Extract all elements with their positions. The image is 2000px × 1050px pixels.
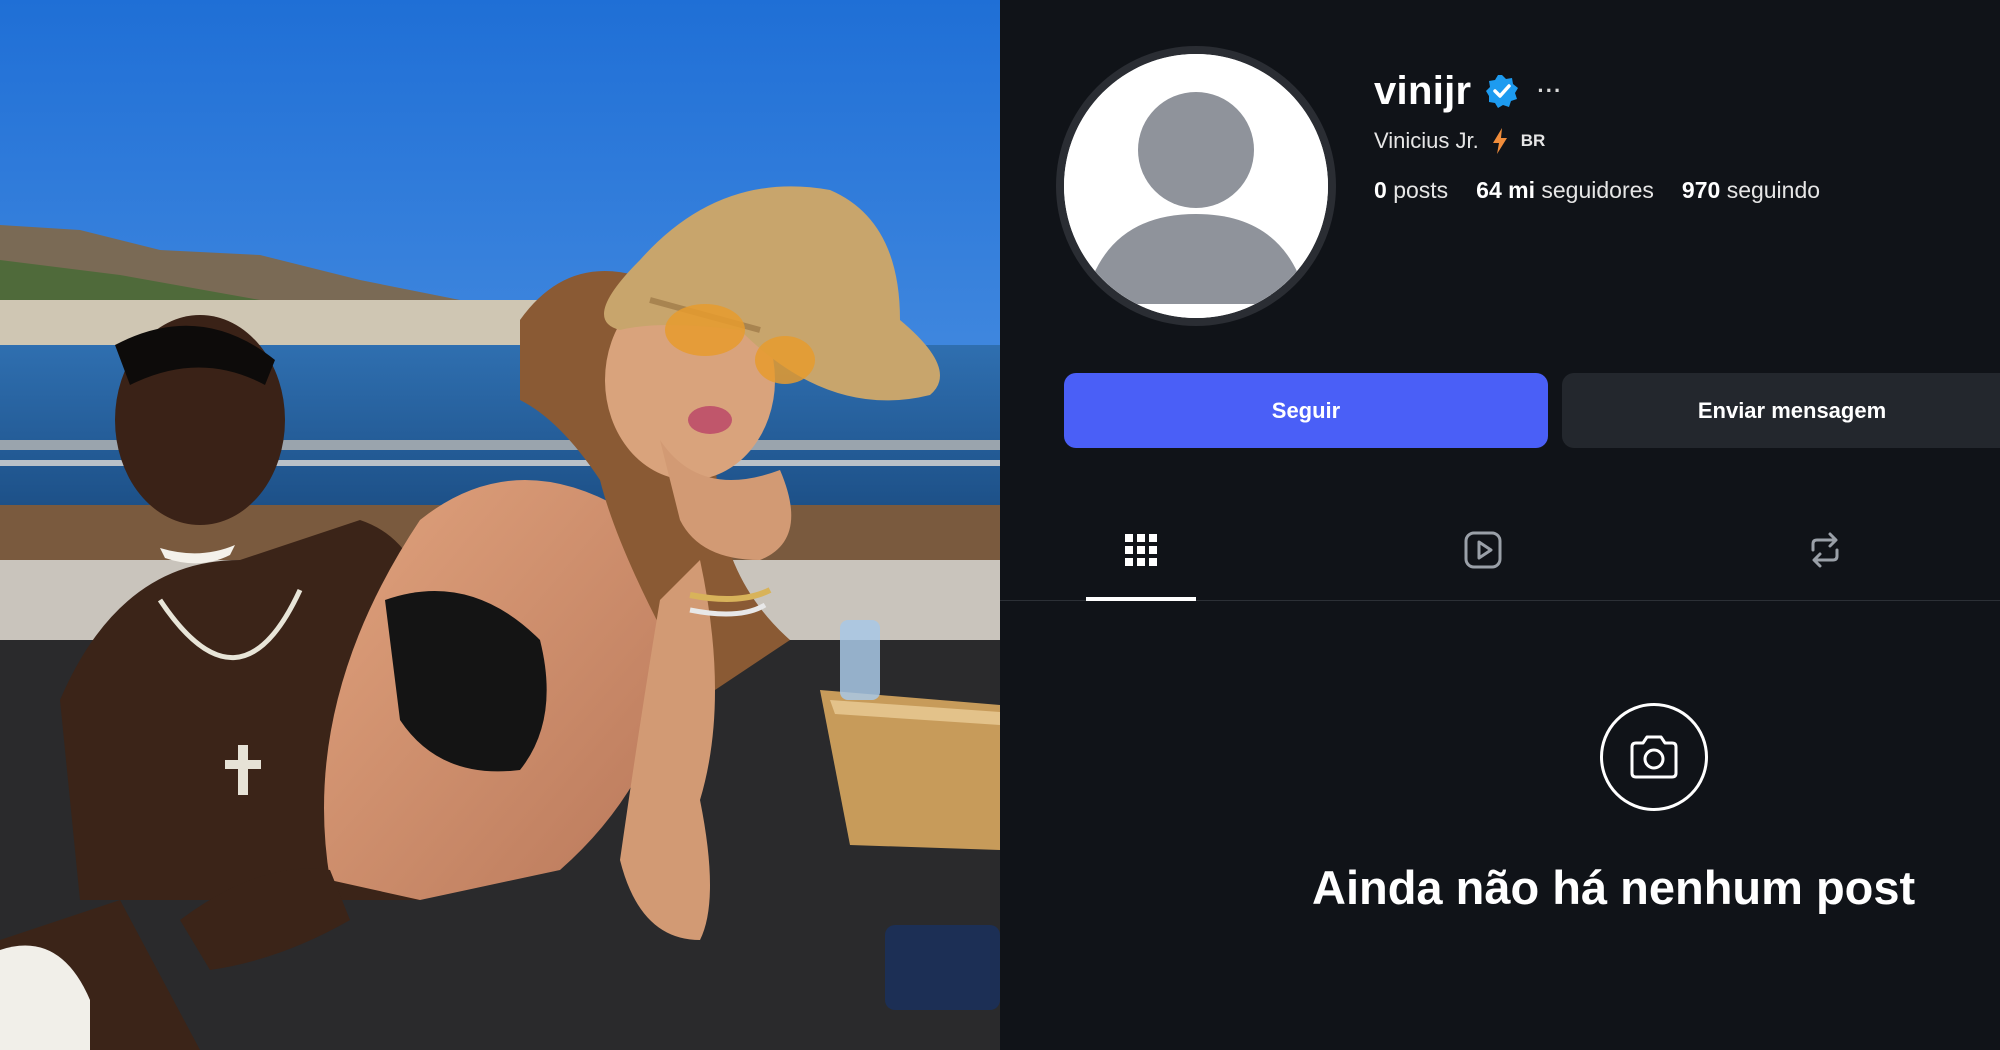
grid-icon — [1121, 530, 1161, 570]
tab-posts[interactable] — [1086, 500, 1196, 601]
profile-stats: 0 posts 64 mi seguidores 970 seguindo — [1374, 172, 1820, 208]
followers-count[interactable]: 64 mi seguidores — [1476, 177, 1654, 204]
default-avatar-icon — [1064, 54, 1328, 318]
send-message-button[interactable]: Enviar mensagem — [1562, 373, 2000, 448]
reels-icon — [1463, 530, 1503, 570]
photo-panel — [0, 0, 1000, 1050]
tab-reels[interactable] — [1428, 500, 1538, 600]
couple-on-boat-photo — [0, 0, 1000, 1050]
empty-state-message: Ainda não há nenhum post — [1312, 861, 1916, 914]
following-count[interactable]: 970 seguindo — [1682, 177, 1820, 204]
follow-button[interactable]: Seguir — [1064, 373, 1548, 448]
repost-icon — [1805, 530, 1845, 570]
username: vinijr — [1374, 68, 1472, 113]
verified-badge-icon — [1485, 74, 1519, 108]
tab-reposts[interactable] — [1770, 500, 1880, 600]
lightning-bolt-icon — [1491, 128, 1509, 154]
country-code: BR — [1520, 131, 1546, 150]
profile-avatar[interactable] — [1056, 46, 1336, 326]
profile-panel: vinijr ··· Vinicius Jr. BR 0 posts 64 mi… — [1000, 0, 2000, 1050]
more-options-icon[interactable]: ··· — [1537, 78, 1562, 104]
full-name: Vinicius Jr. — [1374, 128, 1479, 153]
username-row: vinijr ··· — [1374, 66, 1562, 116]
fullname-row: Vinicius Jr. BR — [1374, 124, 1545, 158]
camera-icon — [1600, 703, 1708, 811]
profile-tabs — [1000, 500, 2000, 601]
posts-count[interactable]: 0 posts — [1374, 177, 1448, 204]
